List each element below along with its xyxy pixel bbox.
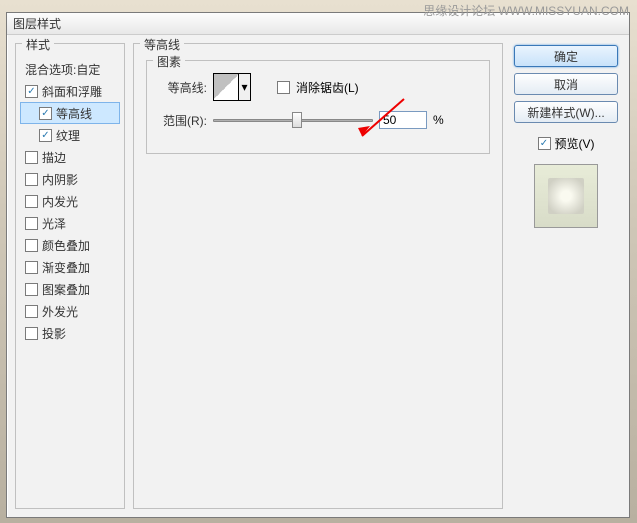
style-checkbox[interactable]: [25, 305, 38, 318]
style-item-label: 斜面和浮雕: [42, 83, 102, 100]
style-item-label: 外发光: [42, 303, 78, 320]
new-style-button[interactable]: 新建样式(W)...: [514, 101, 618, 123]
style-checkbox[interactable]: [25, 217, 38, 230]
style-item-9[interactable]: 图案叠加: [20, 278, 120, 300]
style-item-2[interactable]: ✓ 纹理: [20, 124, 120, 146]
ok-button[interactable]: 确定: [514, 45, 618, 67]
style-checkbox[interactable]: ✓: [39, 129, 52, 142]
style-checkbox[interactable]: [25, 195, 38, 208]
style-item-5[interactable]: 内发光: [20, 190, 120, 212]
style-item-label: 内发光: [42, 193, 78, 210]
contour-thumbnail: [214, 74, 238, 100]
style-checkbox[interactable]: [25, 239, 38, 252]
style-item-7[interactable]: 颜色叠加: [20, 234, 120, 256]
contour-heading: 等高线: [140, 36, 184, 53]
preview-toggle[interactable]: ✓ 预览(V): [538, 135, 595, 152]
style-item-0[interactable]: ✓ 斜面和浮雕: [20, 80, 120, 102]
style-item-label: 渐变叠加: [42, 259, 90, 276]
slider-thumb[interactable]: [292, 112, 302, 128]
annotation-arrow: [354, 94, 414, 144]
style-item-1[interactable]: ✓ 等高线: [20, 102, 120, 124]
style-item-6[interactable]: 光泽: [20, 212, 120, 234]
elements-heading: 图素: [153, 53, 185, 70]
style-item-4[interactable]: 内阴影: [20, 168, 120, 190]
dialog-title: 图层样式: [13, 15, 61, 32]
style-checkbox[interactable]: [25, 327, 38, 340]
style-checkbox[interactable]: [25, 261, 38, 274]
cancel-button[interactable]: 取消: [514, 73, 618, 95]
style-item-label: 内阴影: [42, 171, 78, 188]
range-unit: %: [433, 113, 444, 127]
style-item-label: 等高线: [56, 105, 92, 122]
style-item-8[interactable]: 渐变叠加: [20, 256, 120, 278]
style-item-label: 光泽: [42, 215, 66, 232]
style-checkbox[interactable]: [25, 173, 38, 186]
range-label: 范围(R):: [157, 112, 207, 129]
contour-label: 等高线:: [157, 79, 207, 96]
styles-panel: 样式 混合选项:自定✓斜面和浮雕✓等高线✓纹理描边内阴影内发光光泽颜色叠加渐变叠…: [15, 43, 125, 509]
preview-inner: [548, 178, 584, 214]
style-checkbox[interactable]: ✓: [39, 107, 52, 120]
style-item-10[interactable]: 外发光: [20, 300, 120, 322]
styles-heading: 样式: [22, 36, 54, 53]
style-checkbox[interactable]: ✓: [25, 85, 38, 98]
elements-group: 图素 等高线: ▾ 消除锯齿(L) 范围(R):: [146, 60, 490, 154]
style-item-3[interactable]: 描边: [20, 146, 120, 168]
preview-swatch: [534, 164, 598, 228]
preview-label: 预览(V): [555, 135, 595, 152]
style-checkbox[interactable]: [25, 283, 38, 296]
chevron-down-icon[interactable]: ▾: [238, 74, 250, 100]
style-item-11[interactable]: 投影: [20, 322, 120, 344]
watermark: 思缘设计论坛 WWW.MISSYUAN.COM: [423, 2, 629, 19]
contour-picker[interactable]: ▾: [213, 73, 251, 101]
layer-style-dialog: 图层样式 样式 混合选项:自定 ✓ 斜面和浮雕 ✓ 等高线 ✓ 纹理描边内阴影内发光光泽颜色…: [6, 12, 630, 518]
blending-options[interactable]: 混合选项:自定: [20, 58, 120, 80]
style-item-label: 图案叠加: [42, 281, 90, 298]
style-item-label: 纹理: [56, 127, 80, 144]
style-item-label: 颜色叠加: [42, 237, 90, 254]
style-checkbox[interactable]: [25, 151, 38, 164]
antialias-label: 消除锯齿(L): [296, 79, 359, 96]
style-item-label: 投影: [42, 325, 66, 342]
style-item-label: 描边: [42, 149, 66, 166]
preview-checkbox[interactable]: ✓: [538, 137, 551, 150]
antialias-checkbox[interactable]: [277, 81, 290, 94]
contour-panel: 等高线 图素 等高线: ▾ 消除锯齿(L): [133, 43, 503, 509]
range-slider[interactable]: [213, 119, 373, 122]
